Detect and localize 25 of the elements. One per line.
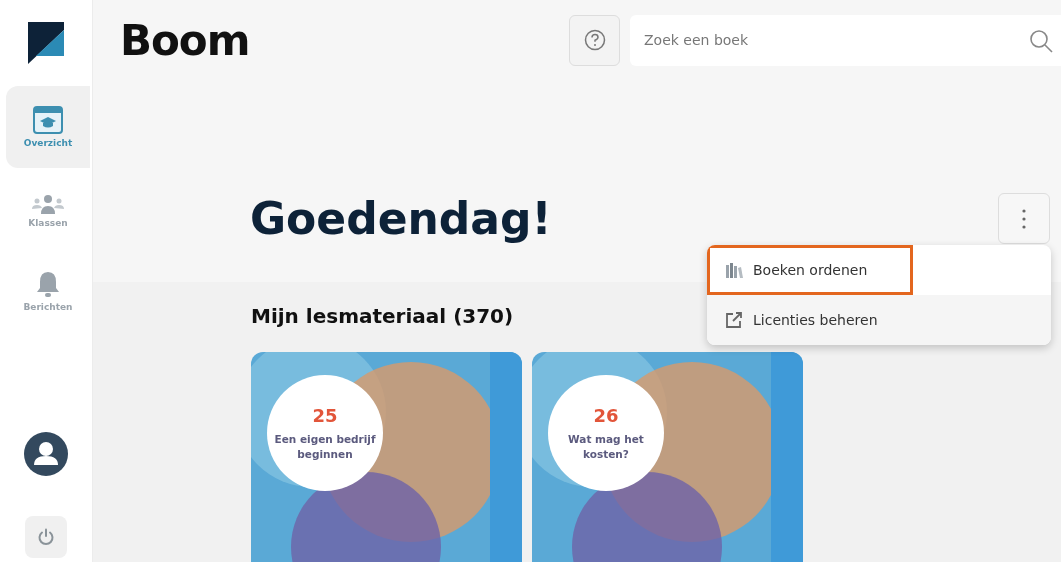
greeting-heading: Goedendag!: [250, 193, 553, 244]
section-heading: Mijn lesmateriaal (370): [251, 304, 514, 328]
power-icon: [37, 528, 55, 546]
external-link-icon: [725, 311, 743, 329]
menu-item[interactable]: Licenties beheren: [707, 295, 1051, 345]
search-icon: [1029, 28, 1053, 53]
search-field[interactable]: Zoek een boek: [630, 14, 1061, 66]
avatar-icon[interactable]: [24, 432, 68, 476]
books-icon: [725, 262, 743, 278]
mortarboard-icon: [33, 106, 63, 134]
brand-name: Boom: [120, 15, 250, 65]
power-button[interactable]: [25, 516, 67, 558]
book-title: Wat mag het kosten?: [567, 431, 645, 462]
help-button[interactable]: [569, 14, 620, 66]
logo-icon: [28, 22, 64, 64]
bell-icon: [34, 270, 62, 298]
book-cover[interactable]: 26 Wat mag het kosten?: [532, 352, 803, 562]
book-title: Een eigen bedrijf beginnen: [273, 431, 377, 462]
book-number: 25: [312, 404, 338, 426]
book-number: 26: [593, 404, 619, 426]
help-icon: [583, 29, 606, 51]
book-cover[interactable]: 25 Een eigen bedrijf beginnen: [251, 352, 522, 562]
people-icon: [32, 194, 64, 214]
menu-item[interactable]: Boeken ordenen: [707, 245, 913, 295]
kebab-icon: [1022, 208, 1026, 229]
